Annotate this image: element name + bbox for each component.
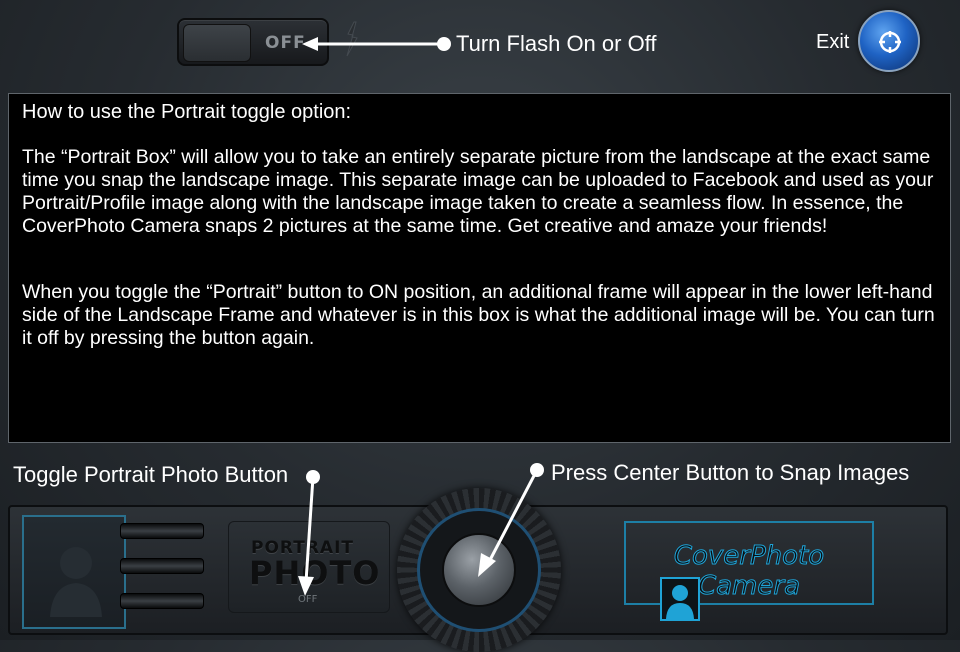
bottom-annotation-arrows	[298, 463, 544, 596]
